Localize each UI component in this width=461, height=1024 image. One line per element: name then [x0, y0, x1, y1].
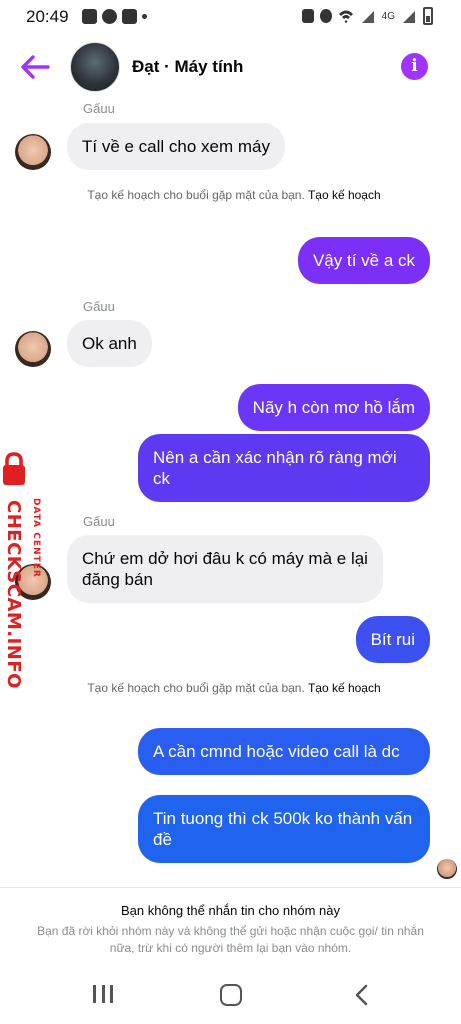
more-notifications-dot	[142, 14, 147, 19]
message-outgoing[interactable]: A cần cmnd hoặc video call là dc	[138, 728, 430, 775]
message-incoming[interactable]: Chứ em dở hơi đâu k có máy mà e lại đăng…	[67, 535, 383, 603]
network-type: 4G	[381, 10, 395, 22]
watermark-subtext: DATA CENTER	[31, 498, 41, 578]
blocked-notice-title: Bạn không thể nhắn tin cho nhóm này	[121, 903, 340, 918]
gallery-icon	[82, 9, 97, 24]
signal-icon	[361, 11, 374, 23]
message-outgoing[interactable]: Nãy h còn mơ hồ lắm	[237, 384, 430, 431]
system-message-text: Tạo kế hoạch cho buổi gặp mặt của bạn.	[87, 681, 305, 695]
system-message: Tạo kế hoạch cho buổi gặp mặt của bạn. T…	[84, 187, 384, 204]
battery-icon	[423, 7, 433, 25]
blocked-notice: Bạn không thể nhắn tin cho nhóm này Bạn …	[0, 887, 461, 967]
message-outgoing[interactable]: Bít rui	[355, 616, 430, 663]
lock-icon	[301, 9, 314, 23]
message-outgoing[interactable]: Vậy tí về a ck	[297, 237, 430, 284]
watermark-text: CHECKSCAM.INFO	[3, 500, 24, 689]
status-time: 20:49	[26, 7, 69, 26]
nav-back-icon[interactable]	[352, 984, 372, 1006]
info-icon[interactable]: i	[401, 53, 428, 80]
status-notification-icons	[82, 9, 147, 24]
status-system-icons: 4G	[301, 7, 433, 25]
system-message-text: Tạo kế hoạch cho buổi gặp mặt của bạn.	[87, 188, 305, 202]
read-receipt-avatar	[437, 859, 457, 879]
sender-avatar[interactable]	[15, 134, 51, 170]
video-icon	[122, 9, 137, 24]
sender-name: Gấuu	[83, 299, 115, 314]
watermark: CHECKSCAM.INFO DATA CENTER	[0, 452, 50, 689]
status-bar: 20:49 4G	[0, 0, 461, 34]
lock-icon	[3, 452, 25, 485]
system-nav-bar	[0, 967, 461, 1024]
group-avatar[interactable]	[70, 42, 120, 92]
message-incoming[interactable]: Ok anh	[67, 320, 152, 367]
location-icon	[319, 9, 332, 23]
message-outgoing[interactable]: Tin tuong thì ck 500k ko thành vấn đề	[138, 795, 430, 863]
back-arrow-icon[interactable]	[18, 52, 52, 82]
blocked-notice-description: Bạn đã rời khỏi nhóm này và không thể gử…	[37, 924, 424, 955]
signal-icon-2	[403, 11, 415, 23]
facebook-icon	[102, 9, 117, 24]
plan-link[interactable]: Tạo kế hoạch	[308, 681, 381, 695]
chat-title[interactable]: Đạt · Máy tính	[132, 57, 243, 77]
message-outgoing[interactable]: Nên a cần xác nhận rõ ràng mới ck	[138, 434, 430, 502]
wifi-icon	[338, 10, 353, 23]
chat-header: Đạt · Máy tính i	[0, 36, 461, 100]
recent-apps-icon[interactable]	[93, 985, 113, 1005]
system-message: Tạo kế hoạch cho buổi gặp mặt của bạn. T…	[84, 680, 384, 697]
sender-name: Gấuu	[83, 514, 115, 529]
message-incoming[interactable]: Tí về e call cho xem máy	[67, 123, 286, 170]
plan-link[interactable]: Tạo kế hoạch	[308, 188, 381, 202]
sender-avatar[interactable]	[15, 331, 51, 367]
sender-name: Gấuu	[83, 101, 115, 116]
home-icon[interactable]	[220, 984, 242, 1006]
